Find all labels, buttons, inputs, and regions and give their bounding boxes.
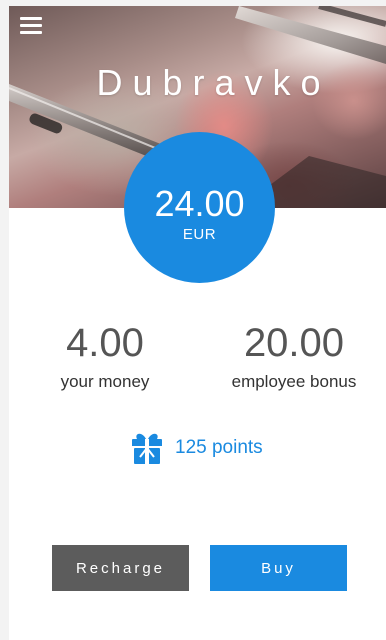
- buy-button[interactable]: Buy: [210, 545, 347, 591]
- own-money-label: your money: [60, 372, 150, 391]
- balance-badge: 24.00 EUR: [124, 132, 275, 283]
- own-money-stat: 4.00 your money: [20, 320, 190, 392]
- menu-icon[interactable]: [20, 17, 42, 35]
- bonus-value: 20.00: [243, 321, 345, 365]
- balance-amount: 24.00: [154, 183, 245, 224]
- points-link[interactable]: 125 points: [129, 428, 263, 468]
- user-name: Dubravko: [96, 62, 331, 103]
- own-money-value: 4.00: [66, 321, 144, 365]
- balance-currency: EUR: [182, 226, 217, 243]
- bonus-label: employee bonus: [231, 372, 357, 391]
- bonus-stat: 20.00 employee bonus: [209, 320, 379, 392]
- points-label: 125 points: [175, 437, 263, 458]
- recharge-button[interactable]: Recharge: [52, 545, 189, 591]
- app-screen: Dubravko 24.00 EUR 4.00 your money 20.00…: [9, 6, 386, 640]
- gift-icon: [132, 433, 162, 464]
